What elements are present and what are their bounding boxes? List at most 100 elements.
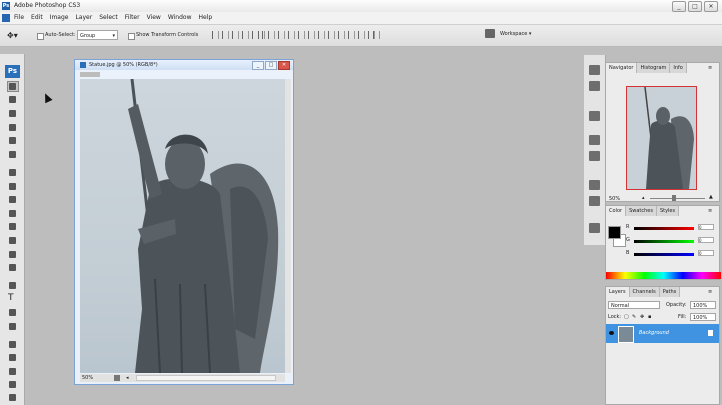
distribute-space2-icon[interactable] bbox=[328, 31, 335, 39]
maximize-button[interactable]: □ bbox=[688, 1, 702, 12]
status-info-icon[interactable] bbox=[114, 375, 120, 381]
blue-value[interactable]: 0 bbox=[698, 250, 714, 256]
layer-name[interactable]: Background bbox=[639, 330, 669, 336]
menu-image[interactable]: Image bbox=[50, 14, 69, 22]
document-title-bar[interactable]: Statue.jpg @ 50% (RGB/8*) _ □ ✕ bbox=[75, 60, 293, 70]
zoom-tool-icon[interactable] bbox=[8, 380, 18, 389]
tab-layers[interactable]: Layers bbox=[606, 287, 630, 297]
menu-edit[interactable]: Edit bbox=[31, 14, 43, 22]
lasso-tool-icon[interactable] bbox=[8, 109, 18, 118]
eyedropper-icon[interactable] bbox=[8, 353, 18, 362]
menu-help[interactable]: Help bbox=[199, 14, 213, 22]
doc-restore-button[interactable]: □ bbox=[265, 61, 277, 70]
align-bottom-icon[interactable] bbox=[232, 31, 239, 39]
blend-mode-dropdown[interactable]: Normal bbox=[608, 301, 660, 309]
dock-brushes-icon[interactable] bbox=[589, 65, 600, 75]
dock-clone-source-icon[interactable] bbox=[589, 81, 600, 91]
clone-stamp-icon[interactable] bbox=[8, 195, 18, 204]
eraser-tool-icon[interactable] bbox=[8, 222, 18, 231]
green-slider[interactable] bbox=[634, 240, 694, 243]
move-tool-icon[interactable] bbox=[7, 81, 19, 92]
tab-swatches[interactable]: Swatches bbox=[626, 206, 657, 216]
navigator-zoom[interactable]: 50% bbox=[609, 196, 620, 202]
zoom-in-icon[interactable]: ▲ bbox=[709, 194, 713, 200]
panel-menu-icon[interactable]: ≡ bbox=[708, 65, 716, 71]
dock-layer-comps-icon[interactable] bbox=[589, 223, 600, 233]
visibility-eye-icon[interactable] bbox=[609, 331, 614, 335]
menu-filter[interactable]: Filter bbox=[125, 14, 140, 22]
navigator-thumbnail[interactable] bbox=[626, 86, 697, 190]
color-swatch-icon[interactable] bbox=[8, 393, 18, 402]
zoom-slider[interactable] bbox=[650, 198, 705, 199]
dock-character-icon[interactable] bbox=[589, 180, 600, 190]
dock-paragraph-icon[interactable] bbox=[589, 196, 600, 206]
hand-tool-icon[interactable] bbox=[8, 367, 18, 376]
distribute-vcenter-icon[interactable] bbox=[268, 31, 275, 39]
workspace-button[interactable]: Workspace ▾ bbox=[500, 31, 531, 37]
panel-menu-icon[interactable]: ≡ bbox=[708, 289, 716, 295]
distribute-space4-icon[interactable] bbox=[348, 31, 355, 39]
doc-close-button[interactable]: ✕ bbox=[278, 61, 290, 70]
healing-brush-icon[interactable] bbox=[8, 168, 18, 177]
menu-window[interactable]: Window bbox=[168, 14, 192, 22]
auto-select-dropdown[interactable]: Group ▾ bbox=[77, 30, 118, 40]
gradient-tool-icon[interactable] bbox=[8, 236, 18, 245]
tab-histogram[interactable]: Histogram bbox=[637, 63, 671, 73]
menu-file[interactable]: File bbox=[14, 14, 24, 22]
tab-color[interactable]: Color bbox=[606, 206, 627, 216]
app-menu-icon[interactable] bbox=[2, 14, 10, 22]
ps-logo[interactable]: Ps bbox=[5, 65, 20, 78]
auto-align-icon[interactable] bbox=[373, 31, 380, 39]
document-zoom[interactable]: 50% bbox=[82, 374, 93, 382]
dock-history-icon[interactable] bbox=[589, 135, 600, 145]
lock-image-icon[interactable]: ✎ bbox=[632, 314, 636, 320]
auto-select-checkbox[interactable] bbox=[37, 33, 44, 40]
brush-tool-icon[interactable] bbox=[8, 182, 18, 191]
fill-input[interactable]: 100% bbox=[690, 313, 716, 321]
align-left-icon[interactable] bbox=[242, 31, 249, 39]
tab-styles[interactable]: Styles bbox=[656, 206, 680, 216]
red-value[interactable]: 0 bbox=[698, 224, 714, 230]
distribute-space5-icon[interactable] bbox=[358, 31, 365, 39]
minimize-button[interactable]: _ bbox=[672, 1, 686, 12]
crop-tool-icon[interactable] bbox=[8, 136, 18, 145]
opacity-input[interactable]: 100% bbox=[690, 301, 716, 309]
image-canvas[interactable] bbox=[80, 79, 285, 373]
close-button[interactable]: ✕ bbox=[704, 1, 718, 12]
distribute-hcenter-icon[interactable] bbox=[298, 31, 305, 39]
shape-tool-icon[interactable] bbox=[8, 322, 18, 331]
foreground-color-swatch[interactable] bbox=[608, 226, 621, 239]
distribute-bottom-icon[interactable] bbox=[278, 31, 285, 39]
slice-tool-icon[interactable] bbox=[8, 150, 18, 159]
marquee-tool-icon[interactable] bbox=[8, 95, 18, 104]
type-tool-icon[interactable]: T bbox=[8, 294, 18, 303]
layer-row-background[interactable]: Background bbox=[606, 324, 719, 343]
distribute-space3-icon[interactable] bbox=[338, 31, 345, 39]
tab-navigator[interactable]: Navigator bbox=[606, 63, 638, 73]
scroll-left-icon[interactable]: ◂ bbox=[126, 374, 129, 382]
align-vcenter-icon[interactable] bbox=[222, 31, 229, 39]
lock-all-icon[interactable]: ▪ bbox=[648, 314, 651, 320]
blue-slider[interactable] bbox=[634, 253, 694, 256]
distribute-space-icon[interactable] bbox=[318, 31, 325, 39]
zoom-out-icon[interactable]: ▴ bbox=[642, 195, 645, 201]
history-brush-icon[interactable] bbox=[8, 209, 18, 218]
magic-wand-icon[interactable] bbox=[8, 123, 18, 132]
color-spectrum[interactable] bbox=[606, 272, 721, 279]
menu-select[interactable]: Select bbox=[99, 14, 118, 22]
document-vertical-scrollbar[interactable] bbox=[285, 79, 291, 373]
show-transform-checkbox[interactable] bbox=[128, 33, 135, 40]
move-tool-preset-icon[interactable]: ✥▾ bbox=[7, 30, 25, 41]
path-selection-icon[interactable] bbox=[8, 308, 18, 317]
tab-info[interactable]: Info bbox=[670, 63, 687, 73]
menu-layer[interactable]: Layer bbox=[75, 14, 92, 22]
document-horizontal-scrollbar[interactable] bbox=[136, 375, 276, 381]
tab-channels[interactable]: Channels bbox=[629, 287, 660, 297]
pen-tool-icon[interactable] bbox=[8, 281, 18, 290]
blur-tool-icon[interactable] bbox=[8, 250, 18, 259]
menu-view[interactable]: View bbox=[147, 14, 161, 22]
red-slider[interactable] bbox=[634, 227, 694, 230]
doc-minimize-button[interactable]: _ bbox=[252, 61, 264, 70]
screen-mode-icon[interactable] bbox=[485, 29, 495, 38]
distribute-top-icon[interactable] bbox=[258, 31, 265, 39]
